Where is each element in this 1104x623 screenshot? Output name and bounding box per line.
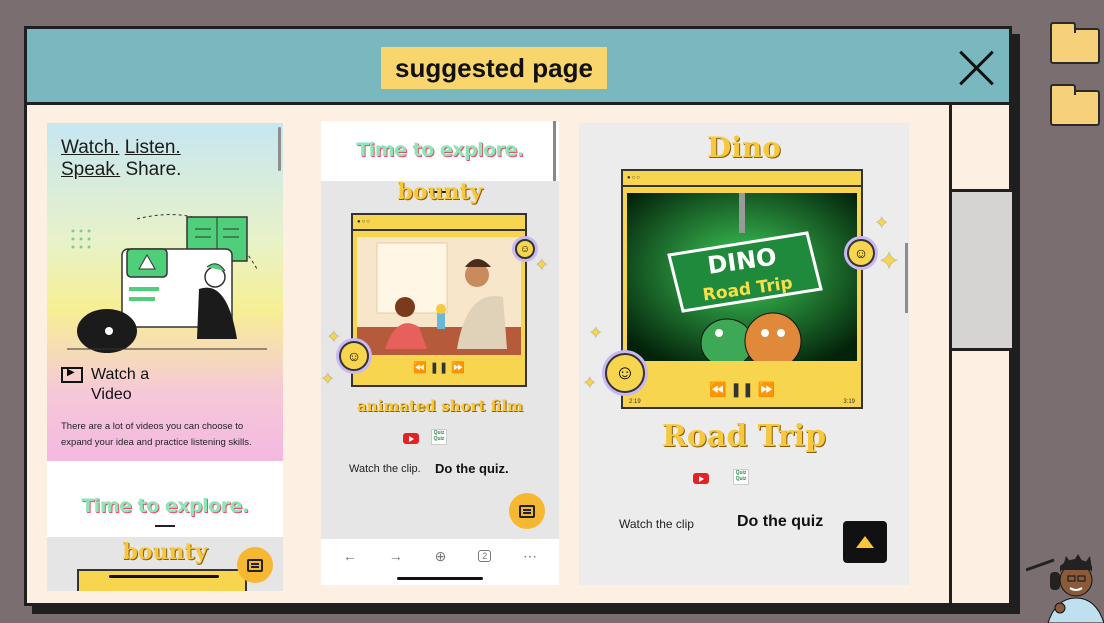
forward-arrow-icon[interactable]: → xyxy=(389,548,403,564)
tabs-icon[interactable]: 2 xyxy=(478,550,492,562)
heading-word: Share. xyxy=(125,159,182,180)
player-titlebar: ●○○ xyxy=(353,215,525,231)
suggestion-card-watch-listen[interactable]: Watch. Listen. Speak. Share. ▶ Watch a V… xyxy=(47,123,283,591)
road-trip-title: Road Trip xyxy=(661,419,827,454)
scroll-to-top-button[interactable] xyxy=(843,521,887,563)
time-end: 3:19 xyxy=(843,399,855,405)
smiley-icon: ☺ xyxy=(847,239,875,267)
video-player[interactable] xyxy=(77,569,247,591)
do-quiz-label: Do the quiz xyxy=(737,513,824,530)
divider xyxy=(155,525,175,527)
folder-icon[interactable] xyxy=(1050,22,1100,64)
back-arrow-icon[interactable]: ← xyxy=(343,548,357,564)
close-icon[interactable] xyxy=(957,47,997,87)
chat-button[interactable] xyxy=(237,547,273,583)
bounty-video-frame xyxy=(357,237,521,355)
dino-title: Dino xyxy=(707,131,781,164)
suggestion-card-dino-road-trip[interactable]: Dino ●○○ DINO Road Trip ⏪ ❚❚ ⏩ 2:19 3:19… xyxy=(579,123,909,585)
bounty-title: bounty xyxy=(397,179,483,205)
quiz-icon[interactable]: Quiz Quiz xyxy=(733,469,749,485)
dino-video-frame: DINO Road Trip xyxy=(627,193,857,361)
player-controls[interactable]: ⏪ ❚❚ ⏩ xyxy=(623,381,861,398)
video-player[interactable]: ●○○ ⏪ ❚❚ ⏩ xyxy=(351,213,527,387)
sparkle-icon: ✦ xyxy=(327,329,341,346)
watch-clip-label: Watch the clip xyxy=(619,517,694,531)
window-title: suggested page xyxy=(381,47,607,89)
suggested-page-window: suggested page Watch. Listen. Speak. Sha… xyxy=(24,26,1012,606)
smiley-icon: ☺ xyxy=(339,341,369,371)
card-heading: Watch. Listen. Speak. Share. xyxy=(61,137,181,181)
player-titlebar: ●○○ xyxy=(623,171,861,187)
video-screen[interactable] xyxy=(357,237,521,355)
video-illustration xyxy=(67,214,267,353)
window-titlebar: suggested page xyxy=(27,29,1009,105)
explore-title: Time to explore. xyxy=(356,139,524,161)
suggestion-card-bounty[interactable]: Time to explore. bounty ●○○ ⏪ ❚❚ ⏩ ☺ ☺ ✦… xyxy=(321,121,559,585)
card-description: There are a lot of videos you can choose… xyxy=(61,421,252,448)
more-icon[interactable]: ⋯ xyxy=(523,548,537,565)
scrollbar[interactable] xyxy=(278,127,281,171)
heading-word: Watch. xyxy=(61,137,120,158)
sparkle-icon: ✦ xyxy=(583,375,597,392)
chat-icon xyxy=(247,558,263,572)
youtube-icon[interactable] xyxy=(403,433,419,444)
watch-video-label: Watch a Video xyxy=(91,365,149,405)
smiley-icon: ☺ xyxy=(605,353,645,393)
home-indicator xyxy=(397,577,483,580)
card-header: Time to explore. xyxy=(321,121,559,181)
player-controls[interactable]: ⏪ ❚❚ ⏩ xyxy=(353,361,525,374)
sparkle-icon: ✦ xyxy=(535,257,549,274)
watch-clip-label: Watch the clip. xyxy=(349,463,421,475)
smiley-icon: ☺ xyxy=(515,239,535,259)
sparkle-icon: ✦ xyxy=(321,371,335,388)
caret-up-icon xyxy=(856,536,874,548)
quiz-icon[interactable]: Quiz Quiz xyxy=(431,429,447,445)
card-hero: Watch. Listen. Speak. Share. ▶ Watch a V… xyxy=(47,123,283,461)
video-player[interactable]: ●○○ DINO Road Trip ⏪ ❚❚ ⏩ 2:19 3:19 xyxy=(621,169,863,409)
scrollbar[interactable] xyxy=(553,121,556,181)
folder-icon[interactable] xyxy=(1050,84,1100,126)
video-screen[interactable]: DINO Road Trip xyxy=(627,193,857,361)
side-panel xyxy=(949,105,1012,603)
video-icon xyxy=(61,367,83,383)
home-indicator xyxy=(109,575,219,578)
chat-button[interactable] xyxy=(509,493,545,529)
side-slot[interactable] xyxy=(952,189,1012,351)
watch-line: Watch a xyxy=(91,366,150,383)
animated-short-film-title: animated short film xyxy=(357,397,523,415)
do-quiz-label: Do the quiz. xyxy=(435,461,509,476)
heading-word: Listen. xyxy=(124,137,181,158)
scrollbar[interactable] xyxy=(905,243,908,313)
presenter-avatar xyxy=(1026,554,1104,623)
new-tab-icon[interactable]: ⊕ xyxy=(435,548,447,565)
time-start: 2:19 xyxy=(629,399,641,405)
explore-title: Time to explore. xyxy=(81,495,249,517)
sparkle-icon: ✦ xyxy=(879,248,900,275)
watch-line: Video xyxy=(91,386,132,403)
heading-word: Speak. xyxy=(61,159,121,180)
watch-video-row: Watch a Video xyxy=(61,365,149,405)
chat-icon xyxy=(519,504,535,518)
sparkle-icon: ✦ xyxy=(875,215,889,232)
sparkle-icon: ✦ xyxy=(589,325,603,342)
youtube-icon[interactable] xyxy=(693,473,709,484)
